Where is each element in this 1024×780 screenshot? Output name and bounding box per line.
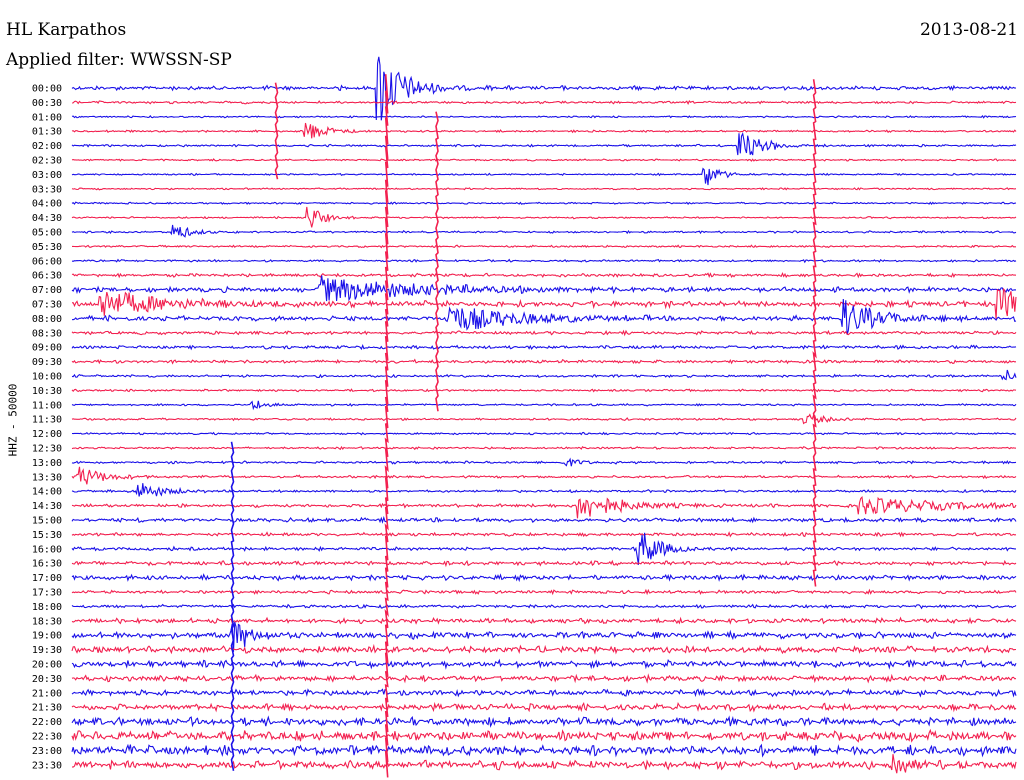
row-time-label: 17:30 [32,588,62,599]
row-time-label: 13:30 [32,472,62,483]
trace-row [71,343,1017,351]
trace-row [71,388,1017,393]
spike-trace [230,441,235,771]
row-time-label: 11:30 [32,415,62,426]
row-time-label: 12:30 [32,444,62,455]
row-time-label: 16:00 [32,544,62,555]
trace-row [71,457,1017,467]
trace-row [71,167,1017,186]
seismogram-traces: 00:00 00:30 01:00 01:30 02:00 02:30 03:00 03:30… [32,56,1017,778]
trace-row [71,588,1017,596]
row-time-label: 22:00 [32,717,62,728]
row-time-label: 02:30 [32,156,62,167]
row-time-label: 19:30 [32,645,62,656]
trace-row [71,573,1017,583]
trace-row [71,754,1017,774]
trace-row [71,201,1017,206]
trace-row [71,728,1017,743]
trace-row [71,275,1017,302]
trace-row [71,400,1017,411]
trace-row [71,431,1017,436]
row-time-label: 22:30 [32,732,62,743]
trace-row [71,531,1017,538]
trace-row [71,100,1017,105]
row-time-label: 10:30 [32,386,62,397]
row-time-label: 00:30 [32,98,62,109]
trace-row [71,701,1017,713]
trace-row [71,532,1016,565]
row-time-label: 01:00 [32,112,62,123]
row-time-label: 18:00 [32,602,62,613]
row-time-label: 14:30 [32,501,62,512]
row-time-label: 10:00 [32,372,62,383]
trace-row [71,271,1017,279]
row-time-label: 11:00 [32,400,62,411]
trace-row [71,131,1017,156]
trace-row [71,643,1017,655]
trace-row [71,115,1017,119]
row-time-label: 16:30 [32,559,62,570]
row-time-label: 03:30 [32,184,62,195]
row-time-label: 07:30 [32,300,62,311]
trace-row [71,715,1017,728]
row-time-label: 23:30 [32,760,62,771]
row-time-label: 05:30 [32,242,62,253]
row-time-label: 17:00 [32,573,62,584]
row-time-label: 23:00 [32,746,62,757]
row-time-label: 09:30 [32,357,62,368]
trace-row [71,56,1017,121]
trace-row [71,158,1017,162]
row-time-label: 15:00 [32,516,62,527]
row-time-label: 06:00 [32,256,62,267]
row-time-label: 07:00 [32,285,62,296]
row-time-label: 04:00 [32,199,62,210]
row-time-label: 02:00 [32,141,62,152]
trace-row [71,743,1017,758]
spike-trace [812,79,817,587]
trace-row [71,224,1017,238]
row-time-label: 12:00 [32,429,62,440]
trace-row [71,658,1017,670]
trace-row [71,559,1017,568]
trace-row [71,616,1017,625]
trace-row [71,496,1017,519]
trace-row [71,445,1017,451]
trace-row [71,122,1017,139]
row-time-label: 13:00 [32,458,62,469]
trace-row [71,687,1017,698]
trace-row [71,287,1017,319]
row-time-label: 14:00 [32,487,62,498]
row-time-label: 01:30 [32,127,62,138]
trace-row [71,413,1017,425]
row-time-label: 21:00 [32,688,62,699]
row-time-label: 08:30 [32,328,62,339]
row-time-label: 00:00 [32,84,62,95]
trace-row [71,206,1017,228]
row-time-label: 21:30 [32,703,62,714]
row-time-label: 19:00 [32,631,62,642]
trace-row [71,673,1017,684]
row-time-label: 03:00 [32,170,62,181]
trace-row [71,483,1017,497]
row-time-label: 15:30 [32,530,62,541]
trace-row [71,603,1017,610]
trace-row [71,515,1017,524]
row-time-label: 09:00 [32,343,62,354]
row-time-label: 20:00 [32,660,62,671]
trace-row [71,358,1017,365]
row-time-label: 20:30 [32,674,62,685]
row-time-label: 04:30 [32,213,62,224]
trace-row [71,369,1017,381]
seismogram-figure: HL Karpathos 2013-08-21 Applied filter: … [0,0,1024,780]
trace-row [71,187,1017,191]
row-time-label: 06:30 [32,271,62,282]
row-time-label: 05:00 [32,228,62,239]
spike-trace [384,74,389,778]
trace-row [71,258,1017,264]
trace-row [72,244,1016,249]
row-time-label: 18:30 [32,616,62,627]
trace-row [71,329,1017,337]
trace-row [71,466,1017,485]
row-time-label: 08:00 [32,314,62,325]
